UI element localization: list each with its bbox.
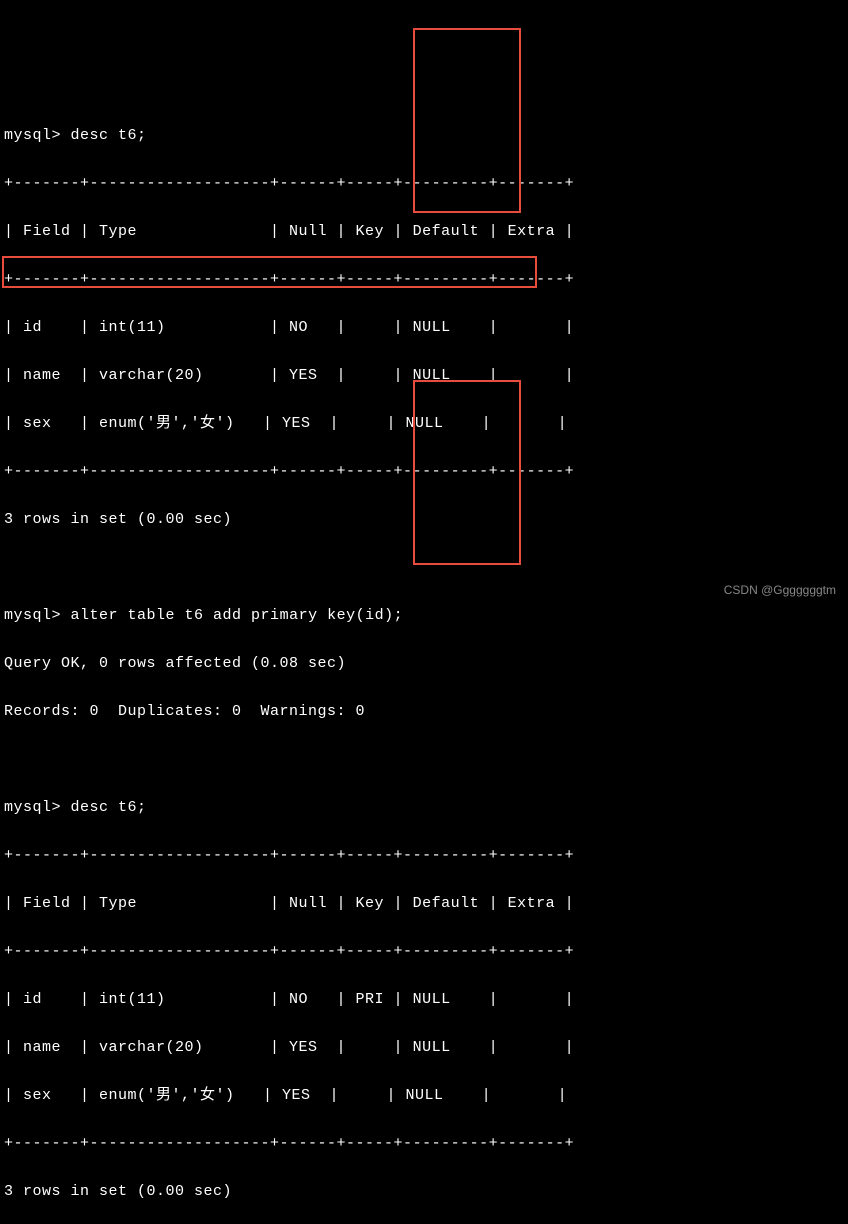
mysql-prompt: mysql> bbox=[4, 127, 61, 144]
watermark-text: CSDN @Gggggggtm bbox=[724, 581, 836, 600]
result-summary: 3 rows in set (0.00 sec) bbox=[4, 1180, 844, 1204]
table-border: +-------+-------------------+------+----… bbox=[4, 844, 844, 868]
table-border: +-------+-------------------+------+----… bbox=[4, 172, 844, 196]
result-summary: 3 rows in set (0.00 sec) bbox=[4, 508, 844, 532]
table-border: +-------+-------------------+------+----… bbox=[4, 460, 844, 484]
table-row: | sex | enum('男','女') | YES | | NULL | | bbox=[4, 412, 844, 436]
terminal-output: mysql> desc t6; +-------+---------------… bbox=[4, 100, 844, 1224]
table-row: | id | int(11) | NO | PRI | NULL | | bbox=[4, 988, 844, 1012]
mysql-prompt: mysql> bbox=[4, 607, 61, 624]
records-line: Records: 0 Duplicates: 0 Warnings: 0 bbox=[4, 700, 844, 724]
table-row: | sex | enum('男','女') | YES | | NULL | | bbox=[4, 1084, 844, 1108]
blank-line bbox=[4, 556, 844, 580]
table-row: | id | int(11) | NO | | NULL | | bbox=[4, 316, 844, 340]
mysql-prompt: mysql> bbox=[4, 799, 61, 816]
query-ok-line: Query OK, 0 rows affected (0.08 sec) bbox=[4, 652, 844, 676]
table-border: +-------+-------------------+------+----… bbox=[4, 940, 844, 964]
command-line-3: mysql> desc t6; bbox=[4, 796, 844, 820]
desc-command: desc t6; bbox=[71, 799, 147, 816]
table-border: +-------+-------------------+------+----… bbox=[4, 1132, 844, 1156]
desc-command: desc t6; bbox=[71, 127, 147, 144]
table-border: +-------+-------------------+------+----… bbox=[4, 268, 844, 292]
command-line-2: mysql> alter table t6 add primary key(id… bbox=[4, 604, 844, 628]
table-header-row: | Field | Type | Null | Key | Default | … bbox=[4, 892, 844, 916]
blank-line bbox=[4, 748, 844, 772]
table-header-row: | Field | Type | Null | Key | Default | … bbox=[4, 220, 844, 244]
table-row: | name | varchar(20) | YES | | NULL | | bbox=[4, 1036, 844, 1060]
table-row: | name | varchar(20) | YES | | NULL | | bbox=[4, 364, 844, 388]
command-line-1: mysql> desc t6; bbox=[4, 124, 844, 148]
alter-command: alter table t6 add primary key(id); bbox=[71, 607, 404, 624]
